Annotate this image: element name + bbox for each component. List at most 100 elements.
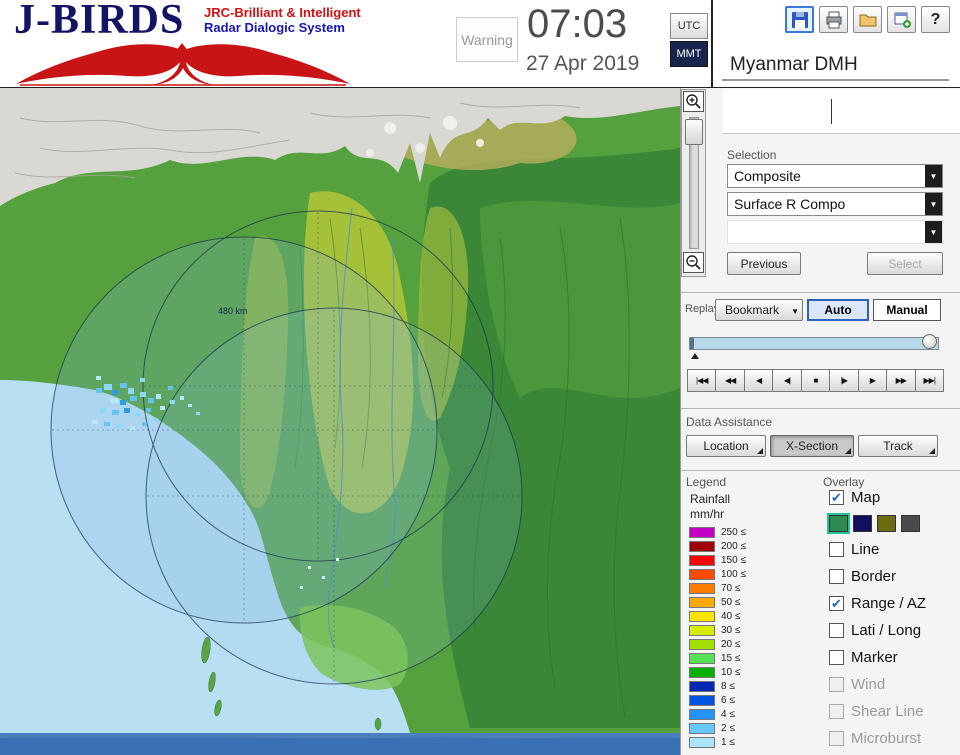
parameter-dropdown[interactable]: ▼ (727, 220, 943, 244)
step-forward-button[interactable]: |▶ (829, 369, 859, 392)
legend-unit: mm/hr (690, 507, 724, 521)
legend-row: 40 ≤ (689, 610, 746, 622)
warning-button[interactable]: Warning (456, 17, 518, 62)
chevron-down-icon[interactable]: ▼ (925, 221, 942, 243)
data-assistance-section: Data Assistance Location X-Section Track (681, 408, 960, 470)
subproduct-dropdown[interactable]: Surface R Compo ▼ (727, 192, 943, 216)
checkbox[interactable] (829, 542, 844, 557)
color-swatch (689, 526, 715, 538)
checkbox[interactable] (829, 623, 844, 638)
color-swatch (689, 708, 715, 720)
overlay-item-wind: Wind (829, 676, 885, 693)
color-swatch (689, 624, 715, 636)
corner-arrow-icon (757, 448, 763, 454)
utc-button[interactable]: UTC (670, 13, 708, 39)
chevron-down-icon[interactable]: ▼ (925, 193, 942, 215)
manual-mode-button[interactable]: Manual (873, 299, 941, 321)
timezone-toggle: UTC MMT (670, 13, 708, 67)
checkbox[interactable] (829, 650, 844, 665)
legend-row: 2 ≤ (689, 722, 746, 734)
replay-section: Replay Bookmark ▼ Auto Manual |◀◀ ◀◀ ◀ ◀… (681, 292, 960, 408)
stop-button[interactable]: ■ (800, 369, 831, 392)
color-swatch (689, 554, 715, 566)
print-icon (826, 11, 841, 28)
help-button[interactable]: ? (921, 6, 950, 33)
play-reverse-button[interactable]: ◀ (743, 369, 774, 392)
fast-forward-button[interactable]: ▶▶ (886, 369, 916, 392)
subproduct-dropdown-value: Surface R Compo (734, 196, 846, 212)
track-button[interactable]: Track (858, 435, 938, 457)
color-swatch (689, 666, 715, 678)
color-swatch (689, 610, 715, 622)
product-dropdown-value: Composite (734, 168, 801, 184)
new-window-button[interactable] (887, 6, 916, 33)
save-button[interactable] (785, 6, 814, 33)
clock-time: 07:03 (527, 2, 628, 46)
logo-subtitle-1: JRC-Brilliant & Intelligent (204, 5, 361, 20)
checkbox[interactable]: ✔ (829, 596, 844, 611)
radar-map[interactable]: 480 km (0, 88, 680, 755)
zoom-control (681, 89, 706, 277)
overlay-item-shear-line: Shear Line (829, 703, 924, 720)
overlay-item-border[interactable]: Border (829, 568, 896, 585)
overlay-item-lati-long[interactable]: Lati / Long (829, 622, 921, 639)
overlay-item-map[interactable]: ✔ Map (829, 489, 880, 506)
legend-row: 20 ≤ (689, 638, 746, 650)
playback-controls: |◀◀ ◀◀ ◀ ◀| ■ |▶ ▶ ▶▶ ▶▶| (687, 369, 944, 392)
range-distance-label: 480 km (218, 306, 248, 316)
eagle-logo-icon (16, 43, 350, 86)
zoom-out-button[interactable] (683, 252, 704, 273)
open-folder-button[interactable] (853, 6, 882, 33)
overlay-item-marker[interactable]: Marker (829, 649, 898, 666)
map-style-hatched[interactable] (901, 515, 920, 532)
command-input[interactable] (723, 89, 960, 134)
overlay-item-line[interactable]: Line (829, 541, 879, 558)
bookmark-button[interactable]: Bookmark ▼ (715, 299, 803, 321)
corner-arrow-icon (929, 448, 935, 454)
last-frame-button[interactable]: ▶▶| (914, 369, 944, 392)
map-style-navy[interactable] (853, 515, 872, 532)
logo-title: J-BIRDS (14, 0, 185, 43)
location-button[interactable]: Location (686, 435, 766, 457)
color-swatch (689, 652, 715, 664)
timeline-slider-thumb[interactable] (922, 334, 937, 349)
overlay-item-microburst: Microburst (829, 730, 921, 747)
map-style-olive[interactable] (877, 515, 896, 532)
control-panel: Selection Composite ▼ Surface R Compo ▼ … (680, 88, 960, 755)
corner-arrow-icon (845, 448, 851, 454)
x-section-button[interactable]: X-Section (770, 435, 854, 457)
play-button[interactable]: ▶ (857, 369, 888, 392)
zoom-slider-thumb[interactable] (685, 119, 703, 145)
toolbar: ? (785, 6, 950, 33)
product-dropdown[interactable]: Composite ▼ (727, 164, 943, 188)
print-button[interactable] (819, 6, 848, 33)
zoom-in-button[interactable] (683, 91, 704, 112)
previous-button[interactable]: Previous (727, 252, 801, 275)
select-button: Select (867, 252, 943, 275)
legend-row: 8 ≤ (689, 680, 746, 692)
auto-mode-button[interactable]: Auto (807, 299, 869, 321)
checkbox[interactable]: ✔ (829, 490, 844, 505)
header: J-BIRDS JRC-Brilliant & Intelligent Rada… (0, 0, 960, 88)
checkbox[interactable] (829, 569, 844, 584)
color-swatch (689, 540, 715, 552)
mmt-button[interactable]: MMT (670, 41, 708, 67)
folder-icon (859, 14, 876, 26)
map-style-green[interactable] (827, 513, 850, 534)
app-logo: J-BIRDS JRC-Brilliant & Intelligent Rada… (8, 0, 388, 86)
overlay-item-range-az[interactable]: ✔ Range / AZ (829, 595, 926, 612)
timeline-slider-track[interactable] (689, 337, 939, 350)
legend-row: 70 ≤ (689, 582, 746, 594)
legend-row: 10 ≤ (689, 666, 746, 678)
first-frame-button[interactable]: |◀◀ (687, 369, 717, 392)
save-icon (791, 11, 808, 28)
color-swatch (689, 722, 715, 734)
legend-row: 250 ≤ (689, 526, 746, 538)
header-divider (711, 0, 713, 87)
zoom-out-icon (686, 255, 701, 270)
clock-date: 27 Apr 2019 (526, 52, 640, 75)
legend-row: 30 ≤ (689, 624, 746, 636)
chevron-down-icon[interactable]: ▼ (925, 165, 942, 187)
fast-rewind-button[interactable]: ◀◀ (715, 369, 745, 392)
step-back-button[interactable]: ◀| (772, 369, 802, 392)
